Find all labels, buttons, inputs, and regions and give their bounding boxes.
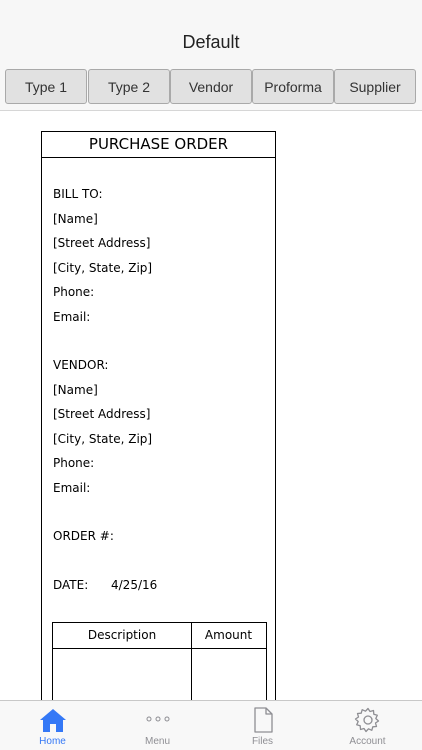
tab-files-label: Files	[251, 736, 274, 747]
gear-icon	[354, 707, 379, 733]
segment-supplier[interactable]: Supplier	[334, 69, 416, 104]
table-column-divider	[191, 623, 192, 700]
po-heading: PURCHASE ORDER	[42, 132, 275, 158]
bill-to-phone: Phone:	[53, 285, 95, 299]
more-icon	[146, 716, 169, 722]
vendor-street: [Street Address]	[53, 407, 151, 421]
segment-vendor[interactable]: Vendor	[170, 69, 252, 104]
table-header-amount: Amount	[191, 623, 266, 649]
tab-home[interactable]: Home	[0, 701, 105, 750]
file-icon	[253, 707, 273, 733]
date-value: 4/25/16	[111, 578, 158, 592]
bill-to-label: BILL TO:	[53, 187, 103, 201]
tab-home-label: Home	[39, 736, 66, 747]
segment-proforma[interactable]: Proforma	[252, 69, 334, 104]
vendor-label: VENDOR:	[53, 358, 109, 372]
template-type-selector: Type 1 Type 2 Vendor Proforma Supplier	[0, 64, 422, 111]
navigation-bar: Default	[0, 0, 422, 64]
date-label: DATE:	[53, 578, 89, 592]
bill-to-email: Email:	[53, 310, 91, 324]
bill-to-name: [Name]	[53, 212, 98, 226]
tab-bar: Home Menu Files Account	[0, 700, 422, 750]
table-header-description: Description	[53, 623, 191, 649]
tab-account[interactable]: Account	[315, 701, 420, 750]
order-number-label: ORDER #:	[53, 529, 114, 543]
vendor-phone: Phone:	[53, 456, 95, 470]
vendor-city: [City, State, Zip]	[53, 432, 153, 446]
bill-to-street: [Street Address]	[53, 236, 151, 250]
tab-menu[interactable]: Menu	[105, 701, 210, 750]
vendor-email: Email:	[53, 481, 91, 495]
home-icon	[39, 709, 66, 732]
tab-account-label: Account	[349, 736, 386, 747]
tab-menu-label: Menu	[144, 736, 170, 747]
document-preview[interactable]: PURCHASE ORDER BILL TO: [Name] [Street A…	[0, 111, 422, 700]
bill-to-city: [City, State, Zip]	[53, 261, 153, 275]
purchase-order-document: PURCHASE ORDER BILL TO: [Name] [Street A…	[41, 131, 276, 700]
vendor-name: [Name]	[53, 383, 98, 397]
segment-type-2[interactable]: Type 2	[88, 69, 170, 104]
segment-type-1[interactable]: Type 1	[5, 69, 87, 104]
line-items-table: Description Amount	[52, 622, 267, 700]
nav-title: Default	[182, 32, 240, 52]
tab-files[interactable]: Files	[210, 701, 315, 750]
